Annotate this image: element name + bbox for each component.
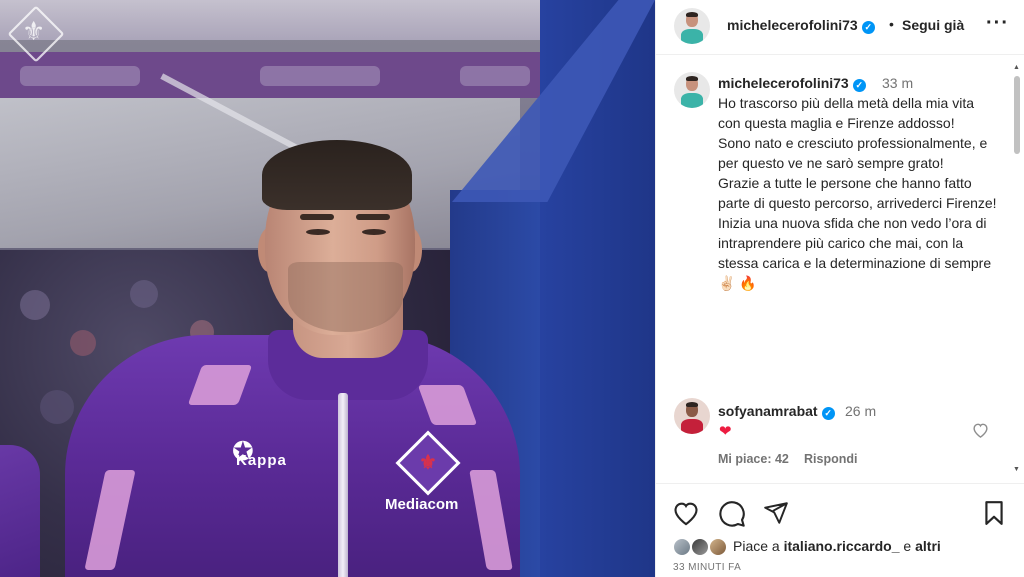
caption-text: Ho trascorso più della metà della mia vi… [718,93,998,293]
save-bookmark-icon[interactable] [982,500,1006,531]
scroll-down-arrow-icon[interactable]: ▼ [1013,466,1020,473]
following-button[interactable]: Segui già [902,17,964,33]
post-image[interactable]: ✪ Kappa ⚜ Mediacom ⚜ [0,0,655,577]
caption-time[interactable]: 33 m [882,75,913,91]
caption-line: Ho trascorso più della metà della mia vi… [718,95,975,131]
post-header: michelecerofolini73 ✓ • Segui già ··· [656,0,1024,55]
fleur-de-lis-icon: ⚜ [419,452,437,474]
comment-like-heart-icon[interactable] [972,422,989,443]
verified-badge-icon: ✓ [861,21,875,34]
player-hair [262,140,412,210]
author-username-text[interactable]: michelecerofolini73 [727,17,858,33]
comment-likes[interactable]: Mi piace: 42 [718,452,789,466]
banner-text-blur [20,66,140,86]
likes-conjunction: e [899,538,916,554]
comments-scrollbar[interactable]: ▲ ▼ [1011,62,1023,482]
verified-badge-icon: ✓ [852,79,866,92]
post-timestamp[interactable]: 33 MINUTI FA [673,562,741,573]
like-heart-icon[interactable] [672,500,700,531]
banner-text-blur [260,66,380,86]
separator-dot: • [889,16,894,32]
caption-username-text[interactable]: michelecerofolini73 [718,75,849,91]
stadium-roof [0,98,520,248]
comment-time[interactable]: 26 m [845,403,876,419]
caption-username[interactable]: michelecerofolini73 ✓ [718,75,866,92]
likes-summary: Piace a italiano.riccardo_ e altri [733,538,941,554]
caption-avatar[interactable] [674,72,710,108]
comments-list[interactable]: michelecerofolini73 ✓ 33 m Ho trascorso p… [656,56,1012,482]
caption-line: Grazie a tutte le persone che hanno fatt… [718,175,997,211]
share-paper-plane-icon[interactable] [762,500,790,531]
scroll-thumb[interactable] [1014,76,1020,154]
likes-prefix: Piace a [733,538,784,554]
caption-line: Sono nato e cresciuto professionalmente,… [718,135,988,171]
player-beard [288,262,403,332]
reply-button[interactable]: Rispondi [804,452,857,466]
jersey-brand: Kappa [236,452,287,469]
post-actions: Piace a italiano.riccardo_ e altri 33 MI… [656,483,1024,577]
commenter-username[interactable]: sofyanamrabat ✓ [718,403,835,420]
liker-avatar[interactable] [708,537,728,557]
liker-avatar[interactable] [672,537,692,557]
more-options-icon[interactable]: ··· [986,12,1009,35]
teammate-shoulder [0,445,40,577]
player-brow [300,214,334,220]
comment-bubble-icon[interactable] [718,500,746,533]
author-username[interactable]: michelecerofolini73 ✓ [727,17,875,34]
banner-text-blur [460,66,530,86]
commenter-username-text[interactable]: sofyanamrabat [718,403,818,419]
commenter-avatar[interactable] [674,398,710,434]
scroll-up-arrow-icon[interactable]: ▲ [1013,64,1020,71]
jersey-sponsor: Mediacom [385,496,459,513]
post-sidebar: michelecerofolini73 ✓ • Segui già ··· mic… [655,0,1024,577]
likes-others-link[interactable]: altri [915,538,941,554]
liker-username[interactable]: italiano.riccardo_ [784,538,900,554]
player-eye [362,229,386,235]
fleur-de-lis-icon: ⚜ [22,16,46,46]
caption-line: Inizia una nuova sfida che non vedo l’or… [718,215,992,291]
liker-avatar[interactable] [690,537,710,557]
verified-badge-icon: ✓ [821,407,835,420]
player-eye [306,229,330,235]
player-brow [356,214,390,220]
comment-text: ❤ [719,423,732,440]
jersey-zipper [338,393,348,577]
author-avatar[interactable] [674,8,710,44]
